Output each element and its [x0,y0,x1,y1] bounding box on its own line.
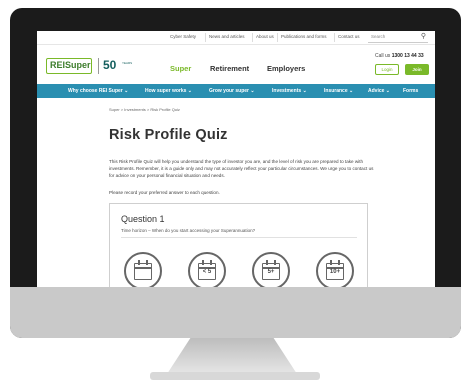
answer-option-3[interactable]: 5+ [252,252,290,290]
question-card: Question 1 Time horizon – When do you st… [109,203,368,298]
instruction-text: Please record your preferred answer to e… [109,190,220,195]
utility-divider [205,33,206,42]
utility-link-about[interactable]: About us [256,34,274,39]
monitor-stand [167,338,297,374]
calendar-icon [134,260,152,280]
monitor-frame: Cyber Safety News and articles About us … [10,8,461,338]
browser-screen: Cyber Safety News and articles About us … [37,31,435,298]
logo-wordmark: REISuper [46,58,92,74]
question-divider [121,237,357,238]
monitor-stand-base [150,372,320,380]
call-us-number[interactable]: 1300 13 44 33 [392,53,424,59]
logo-divider [98,58,99,74]
nav-advice[interactable]: Advice ⌄ [368,88,390,94]
option-label: 10+ [329,269,341,275]
calendar-ring [146,260,148,265]
calendar-ring [274,260,276,265]
option-label: < 5 [202,269,212,275]
search-placeholder: Search [371,34,386,39]
nav-how-super-works[interactable]: How super works ⌄ [145,88,192,94]
rei-super-logo[interactable]: REISuper 50 YEARS [46,55,146,77]
calendar-ring [266,260,268,265]
breadcrumb[interactable]: Super > Investments > Risk Profile Quiz [109,107,180,112]
calendar-ring [202,260,204,265]
nav-investments[interactable]: Investments ⌄ [272,88,307,94]
utility-link-publications[interactable]: Publications and forms [281,34,327,39]
utility-divider [252,33,253,42]
login-button[interactable]: Login [375,64,399,75]
nav-retirement[interactable]: Retirement [210,64,249,73]
answer-option-2[interactable]: < 5 [188,252,226,290]
utility-link-news[interactable]: News and articles [209,34,245,39]
utility-bar: Cyber Safety News and articles About us … [37,31,435,45]
answer-option-1[interactable] [124,252,162,290]
call-us-label: Call us [375,53,391,59]
join-button[interactable]: Join [405,64,429,75]
calendar-ring [338,260,340,265]
nav-grow-your-super[interactable]: Grow your super ⌄ [209,88,255,94]
anniversary-number: 50 [103,58,117,72]
calendar-ring [330,260,332,265]
primary-nav-bar: Why choose REI Super ⌄ How super works ⌄… [37,84,435,98]
nav-employers[interactable]: Employers [267,64,305,73]
nav-super[interactable]: Super [170,64,191,73]
nav-insurance[interactable]: Insurance ⌄ [324,88,353,94]
intro-paragraph: This Risk Profile Quiz will help you und… [109,159,374,179]
calendar-ring [210,260,212,265]
search-icon[interactable]: ⚲ [421,32,426,40]
calendar-icon: < 5 [198,260,216,280]
anniversary-label: YEARS [122,61,133,65]
question-text: Time horizon – When do you start accessi… [121,228,256,233]
nav-forms[interactable]: Forms [403,88,418,94]
answer-option-4[interactable]: 10+ [316,252,354,290]
calendar-ring [138,260,140,265]
search-input[interactable]: Search ⚲ [368,33,428,43]
calendar-icon: 10+ [326,260,344,280]
question-title: Question 1 [121,214,165,224]
utility-link-contact[interactable]: Contact us [338,34,360,39]
utility-divider [277,33,278,42]
calendar-icon: 5+ [262,260,280,280]
utility-divider [334,33,335,42]
utility-link-cyber-safety[interactable]: Cyber Safety [170,34,196,39]
call-us: Call us 1300 13 44 33 [375,53,424,59]
page-title: Risk Profile Quiz [109,127,228,143]
nav-why-choose[interactable]: Why choose REI Super ⌄ [68,88,128,94]
monitor-chin [10,287,461,338]
option-label: 5+ [267,269,275,275]
